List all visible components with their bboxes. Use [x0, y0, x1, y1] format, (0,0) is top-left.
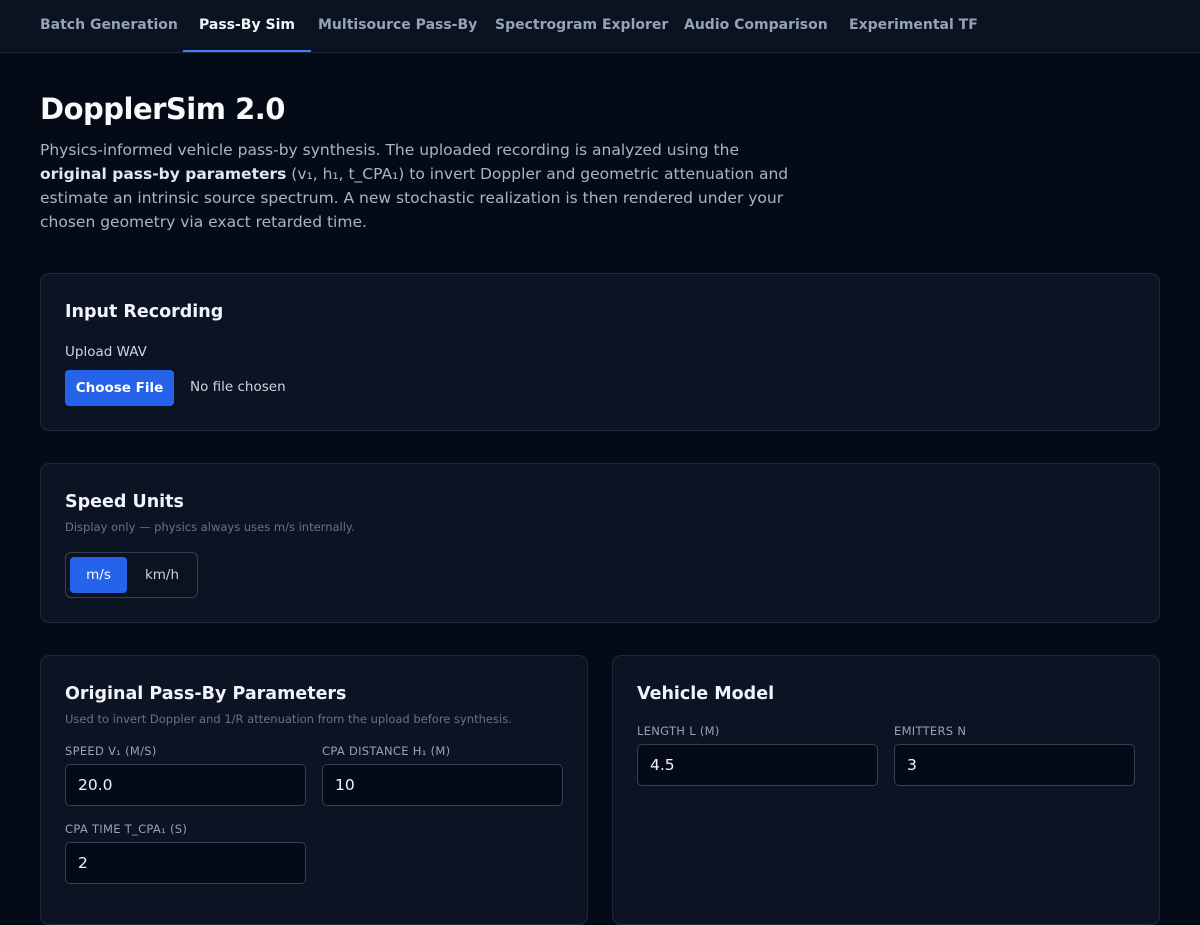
length-input[interactable] — [637, 744, 878, 786]
tab-experimental-tf[interactable]: Experimental TF — [849, 0, 978, 52]
speed-units-toggle: m/s km/h — [65, 552, 198, 598]
emitters-label: EMITTERS N — [894, 724, 967, 738]
choose-file-button[interactable]: Choose File — [65, 370, 174, 406]
file-status-text: No file chosen — [190, 379, 286, 395]
upload-wav-label: Upload WAV — [65, 344, 147, 360]
input-recording-title: Input Recording — [65, 302, 224, 322]
speed-units-card: Speed Units Display only — physics alway… — [40, 463, 1160, 623]
description-emphasis: original pass-by parameters — [40, 165, 287, 183]
page-description: Physics-informed vehicle pass-by synthes… — [40, 138, 810, 234]
unit-option-ms[interactable]: m/s — [70, 557, 127, 593]
tab-pass-by-sim[interactable]: Pass-By Sim — [183, 0, 311, 52]
length-label: LENGTH L (M) — [637, 724, 720, 738]
cpa-time-label: CPA TIME T_CPA₁ (S) — [65, 822, 188, 836]
input-recording-card: Input Recording Upload WAV Choose File N… — [40, 273, 1160, 431]
cpa-time-input[interactable] — [65, 842, 306, 884]
emitters-input[interactable] — [894, 744, 1135, 786]
cpa-distance-label: CPA DISTANCE H₁ (M) — [322, 744, 451, 758]
tab-spectrogram-explorer[interactable]: Spectrogram Explorer — [495, 0, 668, 52]
original-parameters-card: Original Pass-By Parameters Used to inve… — [40, 655, 588, 925]
original-parameters-hint: Used to invert Doppler and 1/R attenuati… — [65, 712, 512, 726]
vehicle-model-card: Vehicle Model LENGTH L (M) EMITTERS N — [612, 655, 1160, 925]
description-intro: Physics-informed vehicle pass-by synthes… — [40, 141, 739, 159]
unit-option-kmh[interactable]: km/h — [131, 557, 193, 593]
speed-label: SPEED V₁ (M/S) — [65, 744, 157, 758]
speed-units-hint: Display only — physics always uses m/s i… — [65, 520, 355, 534]
speed-input[interactable] — [65, 764, 306, 806]
speed-units-title: Speed Units — [65, 492, 184, 512]
page-title: DopplerSim 2.0 — [40, 92, 285, 126]
tab-batch-generation[interactable]: Batch Generation — [40, 0, 178, 52]
tab-multisource-pass-by[interactable]: Multisource Pass-By — [318, 0, 477, 52]
original-parameters-title: Original Pass-By Parameters — [65, 684, 347, 704]
tab-audio-comparison[interactable]: Audio Comparison — [684, 0, 828, 52]
vehicle-model-title: Vehicle Model — [637, 684, 775, 704]
tab-bar: Batch Generation Pass-By Sim Multisource… — [0, 0, 1200, 53]
cpa-distance-input[interactable] — [322, 764, 563, 806]
